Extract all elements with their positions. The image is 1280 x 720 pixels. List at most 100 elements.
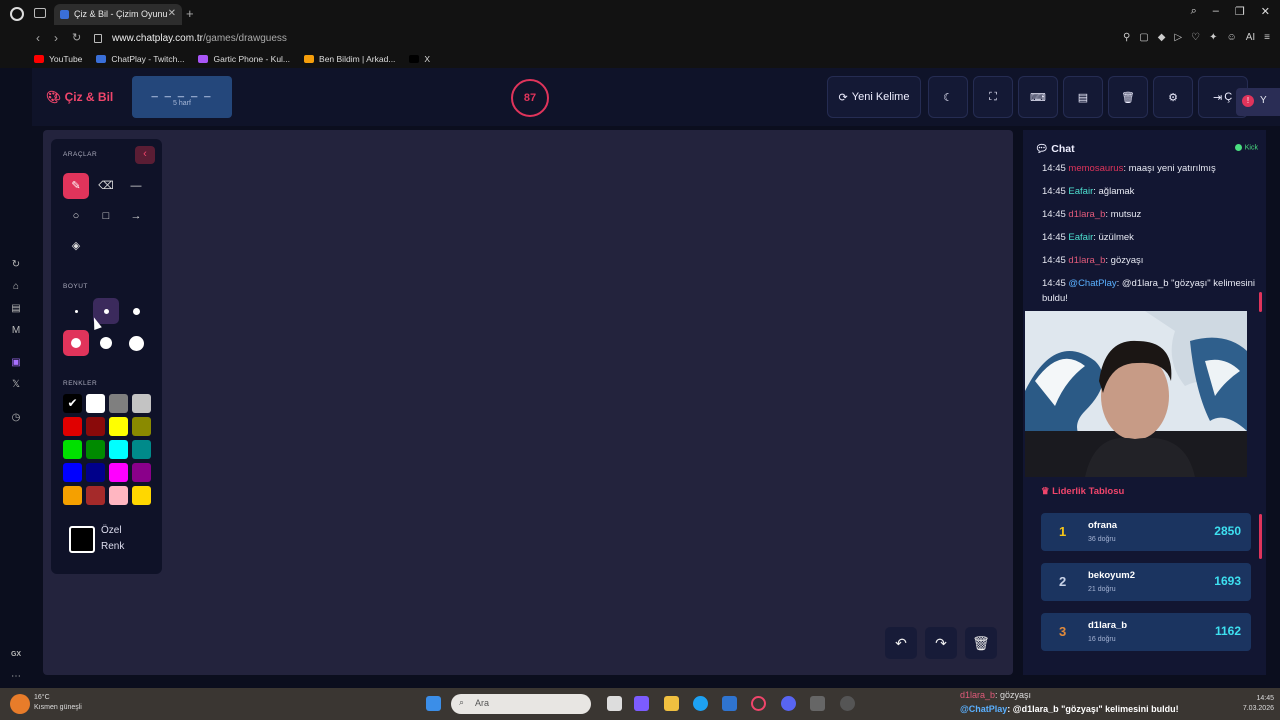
settings-button[interactable]: ⚙ xyxy=(1153,76,1193,118)
profile-icon[interactable]: ☺ xyxy=(1226,32,1236,43)
play-icon[interactable]: ▷ xyxy=(1174,32,1182,43)
leaderboard-scrollbar[interactable] xyxy=(1259,514,1262,559)
search-tabs-icon[interactable]: ⌕ xyxy=(1191,5,1197,18)
size-4-button[interactable] xyxy=(63,330,89,356)
color-swatch[interactable] xyxy=(63,440,82,459)
color-swatch[interactable] xyxy=(86,486,105,505)
bookmark-item[interactable]: X xyxy=(409,54,430,64)
size-3-button[interactable] xyxy=(123,298,149,324)
fullscreen-button[interactable]: ⛶ xyxy=(973,76,1013,118)
custom-color-label[interactable]: Özel Renk xyxy=(101,523,141,555)
forward-arrow-icon[interactable]: › xyxy=(54,31,58,45)
tab-close-icon[interactable]: ✕ xyxy=(168,8,176,19)
snapshot-icon[interactable]: ▢ xyxy=(1139,32,1148,43)
bookmark-item[interactable]: Ben Bildim | Arkad... xyxy=(304,54,395,64)
task-view-icon[interactable] xyxy=(607,696,622,711)
discord-icon[interactable] xyxy=(781,696,796,711)
chat-username[interactable]: Eafair xyxy=(1068,232,1093,243)
reload-icon[interactable]: ↻ xyxy=(72,31,81,44)
color-swatch[interactable] xyxy=(132,463,151,482)
ai-button[interactable]: AI xyxy=(1246,32,1255,43)
x-social-icon[interactable]: 𝕏 xyxy=(10,379,22,390)
trash-button[interactable]: 🗑︎ xyxy=(1108,76,1148,118)
chat-username[interactable]: d1lara_b xyxy=(1068,255,1105,266)
easy-setup-icon[interactable]: ≡ xyxy=(1264,32,1270,43)
opera-menu-icon[interactable] xyxy=(10,7,24,21)
color-swatch[interactable] xyxy=(132,394,151,413)
bookmark-item[interactable]: YouTube xyxy=(34,54,82,64)
chat-scrollbar[interactable] xyxy=(1259,292,1262,312)
drawing-canvas[interactable] xyxy=(43,130,1013,675)
weather-icon[interactable] xyxy=(10,694,30,714)
bookmark-item[interactable]: ChatPlay - Twitch... xyxy=(96,54,184,64)
chat-username[interactable]: @ChatPlay xyxy=(1068,278,1116,289)
new-tab-plus-icon[interactable]: + xyxy=(186,6,194,21)
line-tool-button[interactable]: — xyxy=(123,173,149,199)
extensions-icon[interactable]: ✦ xyxy=(1209,32,1217,43)
app-icon[interactable] xyxy=(840,696,855,711)
clock-icon[interactable]: ◷ xyxy=(10,412,22,423)
heart-icon[interactable]: ♡ xyxy=(1191,32,1200,43)
pin-icon[interactable]: ⚲ xyxy=(1123,32,1130,43)
custom-color-swatch[interactable] xyxy=(69,526,95,553)
color-swatch[interactable] xyxy=(63,463,82,482)
history-sync-icon[interactable]: ↻ xyxy=(10,259,22,270)
close-window-icon[interactable]: ✕ xyxy=(1261,5,1270,18)
size-1-button[interactable] xyxy=(63,298,89,324)
undo-button[interactable]: ↶ xyxy=(885,627,917,659)
taskbar-search[interactable]: ⌕ Ara xyxy=(451,694,591,714)
url-field[interactable]: www.chatplay.com.tr/games/drawguess xyxy=(112,33,287,44)
crypto-wallet-icon[interactable]: ▤ xyxy=(10,303,22,314)
briefcase-icon[interactable]: ⌂ xyxy=(10,281,22,292)
color-swatch[interactable] xyxy=(109,463,128,482)
shield-icon[interactable]: ◆ xyxy=(1158,32,1166,43)
collapse-panel-button[interactable]: ‹ xyxy=(135,146,155,164)
color-swatch[interactable] xyxy=(109,486,128,505)
fill-tool-button[interactable]: ◈ xyxy=(63,233,89,259)
file-explorer-icon[interactable] xyxy=(664,696,679,711)
minimize-icon[interactable]: – xyxy=(1213,5,1219,18)
arrow-tool-button[interactable]: → xyxy=(123,203,149,229)
size-5-button[interactable] xyxy=(93,330,119,356)
maximize-icon[interactable]: ❐ xyxy=(1235,5,1245,18)
color-swatch[interactable] xyxy=(132,440,151,459)
clear-canvas-button[interactable]: 🗑︎ xyxy=(965,627,997,659)
color-swatch[interactable] xyxy=(132,486,151,505)
archive-button[interactable]: ▤ xyxy=(1063,76,1103,118)
brush-tool-button[interactable]: ✎ xyxy=(63,173,89,199)
chat-username[interactable]: Eafair xyxy=(1068,186,1093,197)
opera-gx-taskbar-icon[interactable] xyxy=(751,696,766,711)
steam-icon[interactable] xyxy=(810,696,825,711)
redo-button[interactable]: ↷ xyxy=(925,627,957,659)
gx-label[interactable]: GX xyxy=(10,651,22,658)
toast-notification[interactable]: ! Y xyxy=(1236,88,1280,116)
color-swatch[interactable]: ✔ xyxy=(63,394,82,413)
edge-icon[interactable] xyxy=(693,696,708,711)
more-dots-icon[interactable]: ⋯ xyxy=(10,671,22,682)
tab-manager-icon[interactable] xyxy=(34,8,46,18)
color-swatch[interactable] xyxy=(63,417,82,436)
color-swatch[interactable] xyxy=(86,417,105,436)
color-swatch[interactable] xyxy=(86,463,105,482)
dark-mode-button[interactable]: ☾ xyxy=(928,76,968,118)
back-arrow-icon[interactable]: ‹ xyxy=(36,31,40,45)
chat-username[interactable]: d1lara_b xyxy=(1068,209,1105,220)
chat-username[interactable]: memosaurus xyxy=(1068,163,1123,174)
color-swatch[interactable] xyxy=(86,394,105,413)
color-swatch[interactable] xyxy=(109,394,128,413)
browser-tab-active[interactable]: Çiz & Bil - Çizim Oyunu ✕ xyxy=(54,4,182,25)
copilot-icon[interactable] xyxy=(634,696,649,711)
bookmark-item[interactable]: Gartic Phone - Kul... xyxy=(198,54,290,64)
color-swatch[interactable] xyxy=(132,417,151,436)
music-player-icon[interactable]: M xyxy=(10,325,22,336)
store-icon[interactable] xyxy=(722,696,737,711)
color-swatch[interactable] xyxy=(86,440,105,459)
twitch-icon[interactable]: ▣ xyxy=(10,357,22,368)
system-clock[interactable]: 14:45 7.03.2026 xyxy=(1243,694,1274,714)
keyboard-button[interactable]: ⌨ xyxy=(1018,76,1058,118)
color-swatch[interactable] xyxy=(63,486,82,505)
size-6-button[interactable] xyxy=(123,330,149,356)
color-swatch[interactable] xyxy=(109,440,128,459)
rectangle-tool-button[interactable]: □ xyxy=(93,203,119,229)
color-swatch[interactable] xyxy=(109,417,128,436)
